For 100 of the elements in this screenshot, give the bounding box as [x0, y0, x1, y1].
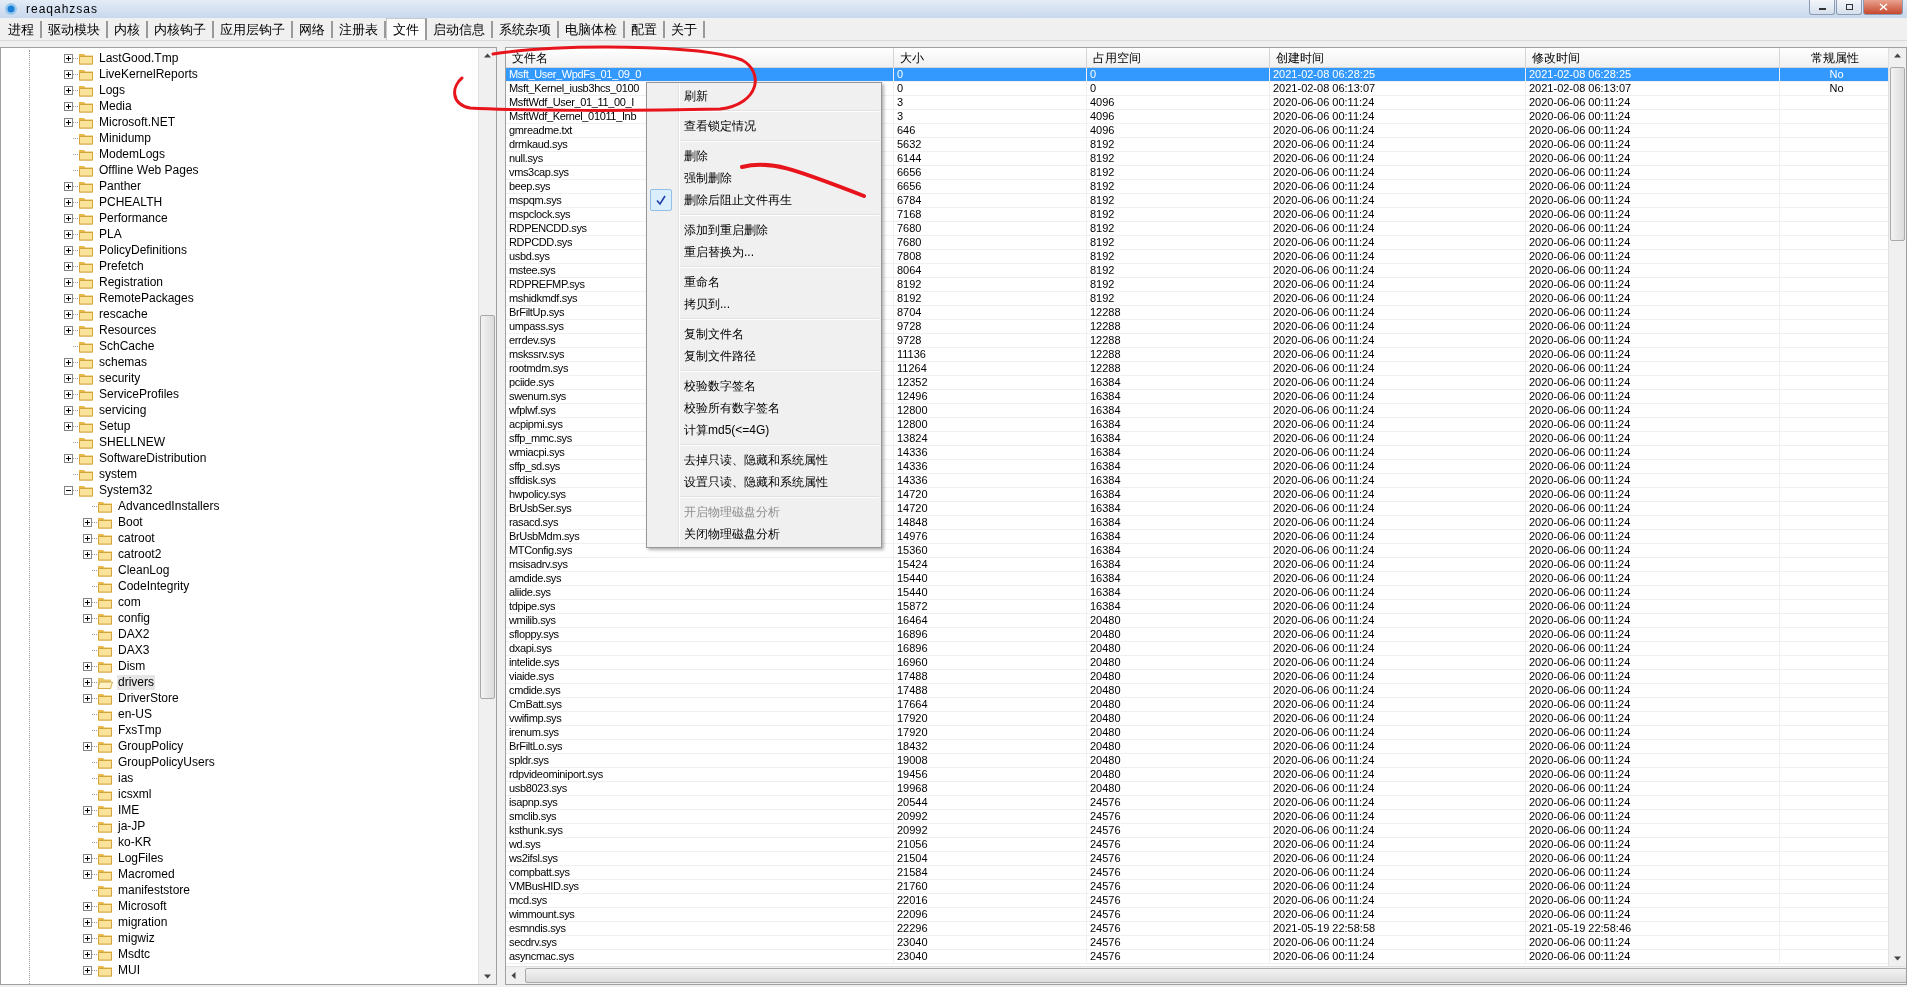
tree-item[interactable]: Resources	[98, 322, 158, 338]
tree-item[interactable]: migwiz	[117, 930, 156, 946]
expand-icon[interactable]	[83, 805, 92, 815]
tab[interactable]: 文件	[386, 18, 427, 40]
tab[interactable]: 电脑体检	[559, 21, 625, 38]
expand-icon[interactable]	[64, 453, 73, 463]
tree-item[interactable]: Panther	[98, 178, 143, 194]
vertical-scrollbar[interactable]	[1888, 48, 1906, 966]
tree-item[interactable]: Prefetch	[98, 258, 145, 274]
tree-item[interactable]: Performance	[98, 210, 169, 226]
menu-item[interactable]: 复制文件名	[647, 323, 881, 345]
tree-item[interactable]: DAX2	[117, 626, 151, 642]
tree-item[interactable]: catroot2	[117, 546, 163, 562]
minimize-button[interactable]	[1809, 0, 1835, 15]
expand-icon[interactable]	[64, 389, 73, 399]
expand-icon[interactable]	[64, 405, 73, 415]
menu-item[interactable]: 去掉只读、隐藏和系统属性	[647, 449, 881, 471]
tree-item[interactable]: Microsoft	[117, 898, 168, 914]
menu-item[interactable]: 拷贝到...	[647, 293, 881, 315]
tree-item[interactable]: com	[117, 594, 142, 610]
expand-icon[interactable]	[64, 117, 73, 127]
tree-item[interactable]: ias	[117, 770, 135, 786]
menu-item[interactable]: 计算md5(<=4G)	[647, 419, 881, 441]
tab[interactable]: 启动信息	[427, 21, 493, 38]
tree-item[interactable]: Minidump	[98, 130, 153, 146]
menu-item[interactable]: 删除后阻止文件再生	[647, 189, 881, 211]
expand-icon[interactable]	[64, 181, 73, 191]
tree-item[interactable]: Registration	[98, 274, 165, 290]
expand-icon[interactable]	[83, 901, 92, 911]
expand-icon[interactable]	[64, 293, 73, 303]
tab[interactable]: 内核钩子	[148, 21, 214, 38]
expand-icon[interactable]	[64, 325, 73, 335]
menu-item[interactable]: 刷新	[647, 85, 881, 107]
column-header[interactable]: 修改时间	[1526, 48, 1780, 67]
expand-icon[interactable]	[83, 613, 92, 623]
expand-icon[interactable]	[83, 677, 92, 687]
expand-icon[interactable]	[83, 533, 92, 543]
expand-icon[interactable]	[64, 261, 73, 271]
tree-item[interactable]: Media	[98, 98, 133, 114]
tree-item[interactable]: config	[117, 610, 152, 626]
menu-item[interactable]: 删除	[647, 145, 881, 167]
tab[interactable]: 网络	[293, 21, 333, 38]
tree-item[interactable]: ServiceProfiles	[98, 386, 181, 402]
tab[interactable]: 应用层钩子	[214, 21, 293, 38]
tree-item[interactable]: Logs	[98, 82, 127, 98]
scroll-thumb[interactable]	[1890, 67, 1905, 241]
tree-item[interactable]: FxsTmp	[117, 722, 163, 738]
scroll-thumb[interactable]	[525, 968, 1906, 983]
expand-icon[interactable]	[83, 853, 92, 863]
menu-item[interactable]: 关闭物理磁盘分析	[647, 523, 881, 545]
tab[interactable]: 关于	[665, 21, 705, 38]
menu-item[interactable]: 查看锁定情况	[647, 115, 881, 137]
tree-item[interactable]: icsxml	[117, 786, 153, 802]
tree-item[interactable]: Dism	[117, 658, 147, 674]
tree-item[interactable]: rescache	[98, 306, 149, 322]
menu-item[interactable]: 重命名	[647, 271, 881, 293]
tree-item[interactable]: AdvancedInstallers	[117, 498, 221, 514]
tab[interactable]: 配置	[625, 21, 665, 38]
expand-icon[interactable]	[83, 517, 92, 527]
tab[interactable]: 系统杂项	[493, 21, 559, 38]
tree-item[interactable]: CleanLog	[117, 562, 171, 578]
expand-icon[interactable]	[83, 693, 92, 703]
tree-item[interactable]: IME	[117, 802, 141, 818]
tree-item[interactable]: CodeIntegrity	[117, 578, 191, 594]
tree-item[interactable]: Msdtc	[117, 946, 151, 962]
tree-item[interactable]: Offline Web Pages	[98, 162, 200, 178]
tree-item[interactable]: migration	[117, 914, 169, 930]
tree-item[interactable]: Macromed	[117, 866, 176, 882]
menu-item[interactable]: 校验所有数字签名	[647, 397, 881, 419]
tree-item[interactable]: MUI	[117, 962, 141, 978]
tree-item[interactable]: Boot	[117, 514, 144, 530]
menu-item[interactable]: 设置只读、隐藏和系统属性	[647, 471, 881, 493]
menu-item[interactable]: 重启替换为...	[647, 241, 881, 263]
column-header[interactable]: 文件名	[506, 48, 894, 67]
expand-icon[interactable]	[83, 741, 92, 751]
expand-icon[interactable]	[64, 213, 73, 223]
menu-item[interactable]: 复制文件路径	[647, 345, 881, 367]
tree-item[interactable]: DAX3	[117, 642, 151, 658]
tree-item[interactable]: PLA	[98, 226, 123, 242]
tree-item[interactable]: manifeststore	[117, 882, 192, 898]
tree-item[interactable]: drivers	[117, 674, 155, 690]
expand-icon[interactable]	[64, 53, 73, 63]
expand-icon[interactable]	[64, 197, 73, 207]
expand-icon[interactable]	[83, 549, 92, 559]
tab[interactable]: 进程	[2, 21, 42, 38]
expand-icon[interactable]	[83, 597, 92, 607]
expand-icon[interactable]	[64, 229, 73, 239]
tree-item[interactable]: LiveKernelReports	[98, 66, 199, 82]
expand-icon[interactable]	[64, 373, 73, 383]
tree-item[interactable]: RemotePackages	[98, 290, 195, 306]
expand-icon[interactable]	[83, 917, 92, 927]
expand-icon[interactable]	[64, 85, 73, 95]
expand-icon[interactable]	[64, 101, 73, 111]
tab[interactable]: 内核	[108, 21, 148, 38]
column-header[interactable]: 占用空间	[1087, 48, 1270, 67]
expand-icon[interactable]	[83, 933, 92, 943]
expand-icon[interactable]	[64, 245, 73, 255]
tree-item[interactable]: catroot	[117, 530, 156, 546]
tree-item[interactable]: PolicyDefinitions	[98, 242, 189, 258]
tree-item[interactable]: PCHEALTH	[98, 194, 164, 210]
